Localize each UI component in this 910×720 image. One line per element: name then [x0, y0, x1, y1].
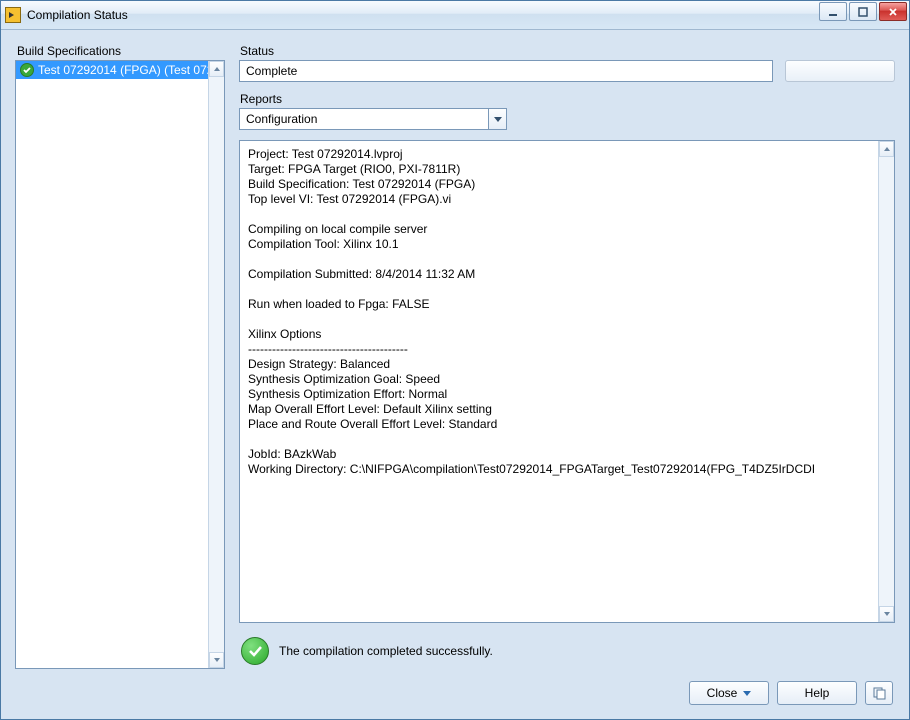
report-text[interactable]: Project: Test 07292014.lvproj Target: FP… [240, 141, 878, 622]
compilation-success-message: The compilation completed successfully. [239, 633, 895, 669]
status-row: Status [239, 44, 895, 82]
chevron-down-icon [743, 691, 751, 696]
chevron-down-icon [493, 114, 503, 124]
chevron-up-icon [883, 145, 891, 153]
help-button[interactable]: Help [777, 681, 857, 705]
maximize-icon [858, 7, 868, 17]
close-button-label: Close [707, 686, 738, 700]
client-area: Build Specifications Test 07292014 (FPGA… [1, 30, 909, 719]
scroll-up-button[interactable] [209, 61, 224, 77]
help-button-label: Help [805, 686, 830, 700]
tree-item-selected[interactable]: Test 07292014 (FPGA) (Test 072920 [16, 61, 208, 79]
success-check-icon [20, 63, 34, 77]
status-field[interactable] [239, 60, 773, 82]
status-label: Status [239, 44, 773, 58]
close-window-button[interactable] [879, 2, 907, 21]
build-specifications-panel: Build Specifications Test 07292014 (FPGA… [15, 44, 225, 669]
dropdown-toggle[interactable] [488, 109, 506, 129]
report-vertical-scrollbar[interactable] [878, 141, 894, 622]
close-button[interactable]: Close [689, 681, 769, 705]
copy-button[interactable] [865, 681, 893, 705]
tree-vertical-scrollbar[interactable] [208, 61, 224, 668]
success-icon [241, 637, 269, 665]
reports-dropdown[interactable] [239, 108, 507, 130]
main-row: Build Specifications Test 07292014 (FPGA… [15, 44, 895, 669]
scroll-down-button[interactable] [879, 606, 894, 622]
scroll-up-button[interactable] [879, 141, 894, 157]
close-icon [888, 7, 898, 17]
maximize-button[interactable] [849, 2, 877, 21]
blank-button[interactable] [785, 60, 895, 82]
minimize-button[interactable] [819, 2, 847, 21]
chevron-up-icon [213, 65, 221, 73]
dialog-buttons: Close Help [15, 681, 895, 705]
reports-row: Reports [239, 92, 895, 130]
chevron-down-icon [213, 656, 221, 664]
compilation-status-window: Compilation Status Build Specifications [0, 0, 910, 720]
success-text: The compilation completed successfully. [279, 644, 493, 658]
window-title: Compilation Status [27, 8, 128, 22]
tree-item-label: Test 07292014 (FPGA) (Test 072920 [38, 63, 208, 77]
reports-label: Reports [239, 92, 895, 106]
window-controls [819, 2, 907, 21]
title-bar[interactable]: Compilation Status [1, 1, 909, 30]
chevron-down-icon [883, 610, 891, 618]
copy-icon [872, 686, 886, 700]
right-panel: Status Reports Project: Test 07 [239, 44, 895, 669]
reports-value[interactable] [240, 109, 488, 129]
report-text-box[interactable]: Project: Test 07292014.lvproj Target: FP… [239, 140, 895, 623]
app-icon [5, 7, 21, 23]
build-specifications-label: Build Specifications [15, 44, 225, 58]
minimize-icon [828, 7, 838, 17]
build-specifications-tree[interactable]: Test 07292014 (FPGA) (Test 072920 [15, 60, 225, 669]
tree-content[interactable]: Test 07292014 (FPGA) (Test 072920 [16, 61, 208, 668]
scroll-down-button[interactable] [209, 652, 224, 668]
